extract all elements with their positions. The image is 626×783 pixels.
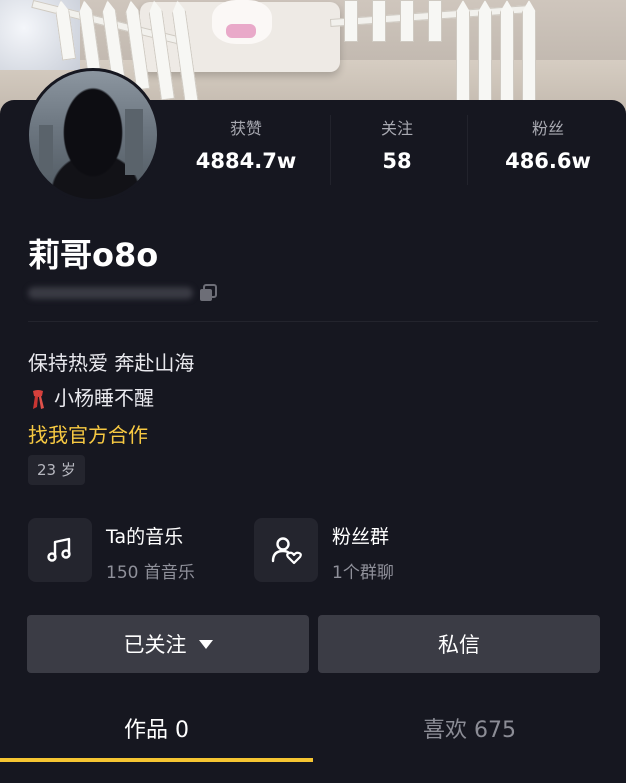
fence-post bbox=[456, 0, 470, 110]
fence-post bbox=[372, 0, 386, 42]
age-tag: 23 岁 bbox=[28, 455, 85, 485]
stat-followers[interactable]: 粉丝 486.6w bbox=[483, 115, 613, 173]
music-icon-box bbox=[28, 518, 92, 582]
cover-dog bbox=[212, 0, 272, 44]
music-subtitle: 150 首音乐 bbox=[106, 563, 195, 583]
fan-group-title: 粉丝群 bbox=[332, 526, 390, 548]
bio-line-1: 保持热爱 奔赴山海 bbox=[28, 351, 195, 375]
fence-post bbox=[478, 0, 492, 110]
fan-group-icon-box bbox=[254, 518, 318, 582]
music-title: Ta的音乐 bbox=[106, 526, 184, 548]
following-button[interactable]: 已关注 bbox=[27, 615, 309, 673]
tab-likes[interactable]: 喜欢 675 bbox=[313, 712, 626, 744]
fence-post bbox=[428, 0, 442, 42]
stat-value: 58 bbox=[382, 149, 412, 173]
business-link[interactable]: 找我官方合作 bbox=[28, 419, 148, 448]
stat-following[interactable]: 关注 58 bbox=[332, 115, 462, 173]
music-tile[interactable]: Ta的音乐 150 首音乐 bbox=[28, 516, 228, 583]
copy-icon[interactable] bbox=[198, 284, 218, 302]
fence-post bbox=[344, 0, 358, 42]
scarf-icon bbox=[33, 389, 44, 409]
fan-group-subtitle: 1个群聊 bbox=[332, 563, 394, 583]
music-note-icon bbox=[47, 537, 71, 562]
chevron-down-icon bbox=[198, 639, 213, 649]
following-button-label: 已关注 bbox=[123, 633, 187, 657]
stat-likes[interactable]: 获赞 4884.7w bbox=[181, 115, 311, 173]
fence-post bbox=[522, 0, 536, 110]
fan-group-icon bbox=[271, 537, 302, 565]
account-id-row bbox=[28, 284, 218, 302]
stat-value: 4884.7w bbox=[195, 149, 297, 173]
fence-post bbox=[500, 0, 514, 110]
stat-label: 关注 bbox=[380, 119, 413, 138]
stat-value: 486.6w bbox=[505, 149, 591, 173]
message-button[interactable]: 私信 bbox=[318, 615, 600, 673]
stat-label: 粉丝 bbox=[531, 119, 564, 138]
stat-divider bbox=[467, 115, 468, 185]
message-button-label: 私信 bbox=[438, 633, 480, 657]
content-tabs: 作品 0 喜欢 675 bbox=[0, 700, 626, 783]
profile-name: 莉哥o8o bbox=[28, 236, 159, 274]
stat-divider bbox=[330, 115, 331, 185]
profile-stats: 获赞 4884.7w 关注 58 粉丝 486.6w bbox=[0, 115, 626, 185]
active-tab-indicator bbox=[0, 758, 313, 762]
fan-group-tile[interactable]: 粉丝群 1个群聊 bbox=[254, 516, 454, 583]
section-divider bbox=[28, 321, 598, 322]
stat-label: 获赞 bbox=[229, 119, 262, 138]
tab-works[interactable]: 作品 0 bbox=[0, 712, 313, 744]
bio-line-2: 小杨睡不醒 bbox=[28, 382, 154, 411]
bio-line-2-text: 小杨睡不醒 bbox=[54, 386, 154, 410]
fence-post bbox=[400, 0, 414, 42]
account-id-blurred bbox=[28, 287, 193, 299]
